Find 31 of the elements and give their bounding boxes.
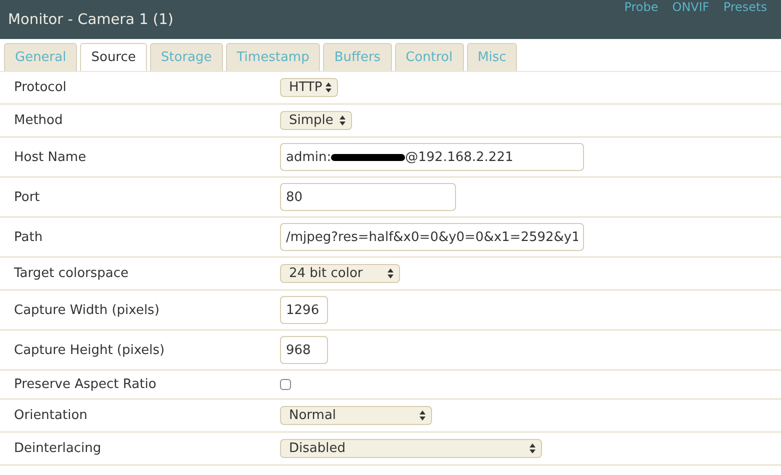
dropdown[interactable]: Normal xyxy=(280,406,432,425)
dropdown-arrows-icon xyxy=(419,410,426,421)
header-link[interactable]: ONVIF xyxy=(672,0,710,14)
field-label: Target colorspace xyxy=(14,266,130,281)
dropdown-arrows-icon xyxy=(387,268,394,279)
dropdown-arrows-icon xyxy=(325,82,332,93)
field-label: Path xyxy=(14,230,44,244)
dropdown-arrows-icon xyxy=(339,115,346,126)
window-title: Monitor - Camera 1 (1) xyxy=(8,12,174,28)
input-field[interactable]: 80 xyxy=(280,183,456,211)
dropdown[interactable]: 24 bit color xyxy=(280,264,400,283)
dropdown[interactable]: Simple xyxy=(280,111,352,130)
dropdown[interactable]: Disabled xyxy=(280,439,542,458)
header-link[interactable]: Probe xyxy=(624,0,658,14)
field-label: Deinterlacing xyxy=(14,441,102,456)
field-label: Capture Height (pixels) xyxy=(14,342,166,358)
field-label: Port xyxy=(14,190,41,204)
field-label: Method xyxy=(14,113,64,128)
dropdown-arrows-icon xyxy=(529,443,536,454)
field-label: Orientation xyxy=(14,408,88,423)
input-field[interactable]: admin: @192.168.2.221 xyxy=(280,143,584,171)
checkbox[interactable] xyxy=(280,379,291,390)
dropdown[interactable]: HTTP xyxy=(280,78,338,97)
header-link[interactable]: Presets xyxy=(723,0,767,14)
input-field[interactable]: 968 xyxy=(280,336,328,364)
field-label: Protocol xyxy=(14,80,68,95)
tab[interactable]: Source xyxy=(80,43,147,71)
field-label: Host Name xyxy=(14,150,88,164)
input-field[interactable]: 1296 xyxy=(280,296,328,324)
field-label: Preserve Aspect Ratio xyxy=(14,377,158,392)
field-label: Capture Width (pixels) xyxy=(14,302,160,318)
